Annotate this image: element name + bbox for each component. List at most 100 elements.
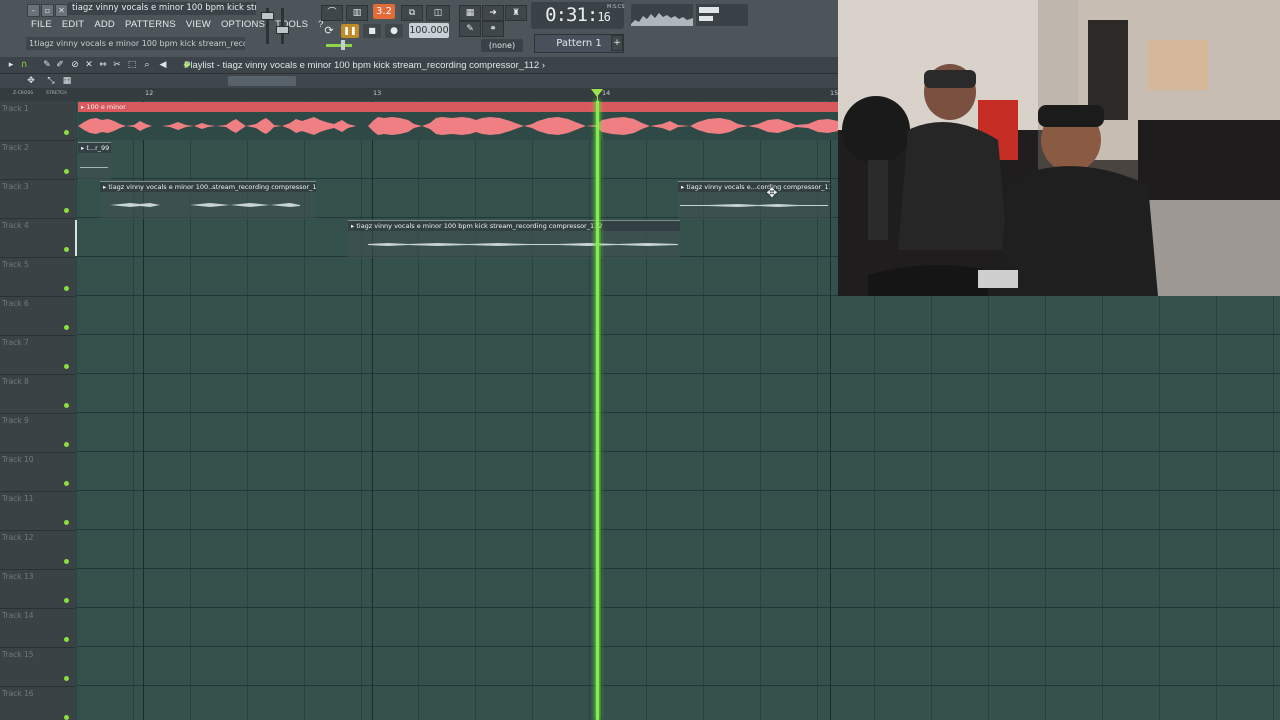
slice-icon[interactable]: ✂ [112,59,122,71]
stretch-label[interactable]: STRETCH [46,91,67,96]
brush-icon[interactable]: ✎ [459,21,481,37]
audio-clip-small[interactable]: ▸ t...r_99 [78,142,111,181]
bar-line [830,101,831,720]
track-led-icon[interactable] [64,715,69,720]
playhead-line[interactable] [596,101,599,720]
track-header[interactable]: Track 1 [0,101,75,141]
step-edit-icon[interactable]: ⧉ [401,5,423,21]
resize-icon[interactable]: ⤡ [46,75,56,87]
track-header[interactable]: Track 15 [0,647,75,687]
clip-waveform [368,243,678,246]
record-button[interactable]: ● [385,24,403,38]
main-volume-bar[interactable] [326,44,352,47]
track-led-icon[interactable] [64,286,69,291]
track-header[interactable]: Track 4 [0,218,75,258]
clip-title-text: 100 e minor [86,103,126,111]
move-icon[interactable]: ✥ [26,75,36,87]
track-header[interactable]: Track 14 [0,608,75,648]
mute-icon[interactable]: ✕ [84,59,94,71]
track-header[interactable]: Track 11 [0,491,75,531]
track-label: Track 13 [2,572,34,581]
menu-add[interactable]: ADD [89,17,120,32]
bar-number: 14 [602,89,611,97]
track-header[interactable]: Track 16 [0,686,75,720]
track-header[interactable]: Track 5 [0,257,75,297]
menu-view[interactable]: VIEW [181,17,216,32]
menu-edit[interactable]: EDIT [57,17,89,32]
audio-clip-main[interactable]: ▸ 100 e minor [78,102,838,140]
track-led-icon[interactable] [64,130,69,135]
piano-roll-icon[interactable]: ▦ [459,5,481,21]
delete-icon[interactable]: ⊘ [70,59,80,71]
select-icon[interactable]: ⬚ [127,59,137,71]
track-header[interactable]: Track 7 [0,335,75,375]
minimize-icon[interactable]: – [27,4,40,17]
close-icon[interactable]: ✕ [55,4,68,17]
bar-line [601,101,602,720]
audio-clip-track4[interactable]: ▸ tiagz vinny vocals e minor 100 bpm kic… [348,220,680,258]
menu-patterns[interactable]: PATTERNS [120,17,181,32]
magnet-icon[interactable]: ∩ [19,59,29,71]
main-volume-handle[interactable] [341,40,345,50]
channel-rack-icon[interactable]: ♜ [505,5,527,21]
track-led-icon[interactable] [64,247,69,252]
timeline-ruler[interactable]: Z-CROSS STRETCH 12 13 14 15 [0,88,838,102]
track-header[interactable]: Track 13 [0,569,75,609]
main-toolbar: – ▫ ✕ tiagz vinny vocals e minor 100 bpm… [0,0,838,58]
playlist-arrow-icon[interactable]: ➜ [482,5,504,21]
track-led-icon[interactable] [64,481,69,486]
bar-number: 13 [373,89,382,97]
stop-button[interactable]: ■ [363,24,381,38]
slip-icon[interactable]: ⇔ [98,59,108,71]
paint-icon[interactable]: ✐ [55,59,65,71]
track-led-icon[interactable] [64,598,69,603]
snap-select[interactable]: (none) [481,39,523,52]
track-header[interactable]: Track 2 [0,140,75,180]
track-led-icon[interactable] [64,520,69,525]
restore-icon[interactable]: ▫ [41,4,54,17]
playback-icon[interactable]: ◀ [158,59,168,71]
metronome-icon[interactable]: ⌒ [321,5,343,21]
song-mode-icon[interactable]: ▥ [346,5,368,21]
webcam-overlay [838,0,1280,296]
zoom-icon[interactable]: ⌕ [142,59,152,71]
track-led-icon[interactable] [64,676,69,681]
pause-icon: ❚❚ [343,26,357,35]
track-led-icon[interactable] [64,169,69,174]
master-volume-knob[interactable] [261,12,274,20]
track-header[interactable]: Track 6 [0,296,75,336]
track-header[interactable]: Track 12 [0,530,75,570]
track-led-icon[interactable] [64,325,69,330]
horizontal-scrollbar[interactable] [228,76,296,86]
track-led-icon[interactable] [64,442,69,447]
audio-clip-track3-a[interactable]: ▸ tiagz vinny vocals e minor 100..stream… [100,181,316,219]
menu-file[interactable]: FILE [26,17,57,32]
track-label: Track 9 [2,416,29,425]
link-icon[interactable]: ⚭ [482,21,504,37]
pattern-add-icon[interactable]: + [611,35,623,51]
grid-icon[interactable]: ▦ [62,75,72,87]
track-led-icon[interactable] [64,208,69,213]
track-led-icon[interactable] [64,364,69,369]
track-led-icon[interactable] [64,559,69,564]
tempo-field[interactable]: 100.000 [409,23,449,38]
master-pitch-knob[interactable] [276,26,289,34]
track-header[interactable]: Track 8 [0,374,75,414]
record-mode-icon[interactable]: ◫ [426,5,450,21]
playlist-menu-icon[interactable]: ▸ [6,59,16,71]
clip-waveform [78,117,838,135]
track-label: Track 1 [2,104,29,113]
pattern-song-toggle[interactable]: 3.2 [373,4,395,19]
zcross-label[interactable]: Z-CROSS [13,91,33,96]
draw-icon[interactable]: ✎ [42,59,52,71]
track-header[interactable]: Track 9 [0,413,75,453]
track-led-icon[interactable] [64,403,69,408]
play-pause-button[interactable]: ❚❚ [341,24,359,38]
track-label: Track 16 [2,689,34,698]
track-led-icon[interactable] [64,637,69,642]
track-header[interactable]: Track 3 [0,179,75,219]
audio-clip-track3-b[interactable]: ▸ tiagz vinny vocals e...cording compres… [678,181,830,219]
track-header[interactable]: Track 10 [0,452,75,492]
time-sub: 16 [597,10,610,24]
loop-icon[interactable]: ⟳ [321,24,337,38]
